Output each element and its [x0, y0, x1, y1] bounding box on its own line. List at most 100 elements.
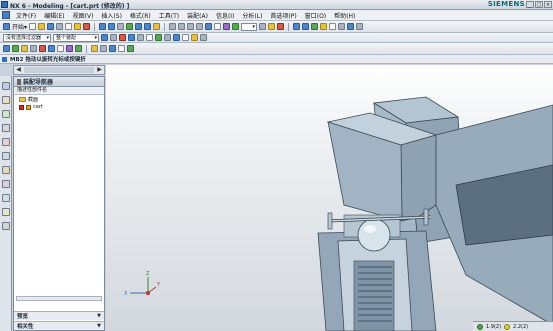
add-component-icon[interactable] [3, 45, 10, 52]
select-face-icon[interactable] [128, 34, 135, 41]
close-button[interactable]: × [544, 1, 552, 8]
assembly-navigator-tab-icon[interactable] [2, 82, 10, 90]
blank-icon[interactable] [277, 23, 285, 30]
orient-view-icon[interactable] [338, 23, 346, 30]
make-work-part-icon[interactable] [109, 45, 116, 52]
mate-component-icon[interactable] [21, 45, 28, 52]
shaded-icon[interactable] [205, 23, 213, 30]
clipping-icon[interactable] [329, 23, 337, 30]
menu-insert[interactable]: 插入(S) [97, 11, 126, 20]
roles-tab-icon[interactable] [2, 222, 10, 230]
menu-assembly[interactable]: 装配(A) [183, 11, 212, 20]
redo-icon[interactable] [108, 23, 116, 30]
assembly-scope-select[interactable]: 整个装配 [53, 33, 99, 42]
save-icon[interactable] [47, 23, 55, 30]
menu-file[interactable]: 文件(F) [12, 11, 40, 20]
zoom-icon[interactable] [178, 23, 186, 30]
menu-tools[interactable]: 工具(T) [155, 11, 183, 20]
sequence-icon[interactable] [75, 45, 82, 52]
true-shading-icon[interactable] [232, 23, 240, 30]
wave-link-icon[interactable] [91, 45, 98, 52]
exploded-view-icon[interactable] [66, 45, 73, 52]
open-folder-icon[interactable] [38, 23, 46, 30]
snap-endpoint-icon[interactable] [173, 34, 180, 41]
layer-select[interactable] [241, 22, 258, 31]
wcs-icon[interactable] [347, 23, 355, 30]
web-browser-tab-icon[interactable] [2, 152, 10, 160]
snap-center-icon[interactable] [191, 34, 198, 41]
menu-format[interactable]: 格式(R) [126, 11, 155, 20]
menu-view[interactable]: 视图(V) [69, 11, 98, 20]
history-tab-icon[interactable] [2, 166, 10, 174]
menu-window[interactable]: 窗口(O) [301, 11, 330, 20]
cut-icon[interactable] [56, 23, 64, 30]
perspective-icon[interactable] [223, 23, 231, 30]
move-component-icon[interactable] [30, 45, 37, 52]
new-file-icon[interactable] [29, 23, 37, 30]
selection-icon[interactable] [101, 34, 108, 41]
start-icon[interactable] [3, 23, 10, 30]
measure-angle-icon[interactable] [302, 23, 310, 30]
snap-midpoint-icon[interactable] [182, 34, 189, 41]
mirror-assembly-icon[interactable] [57, 45, 64, 52]
menu-edit[interactable]: 编辑(E) [40, 11, 68, 20]
tab-scroll-track[interactable] [24, 67, 94, 73]
minimize-button[interactable]: _ [526, 1, 534, 8]
show-hide-icon[interactable] [268, 23, 276, 30]
scroll-right-arrow[interactable]: ▶ [95, 66, 104, 74]
select-feature-icon[interactable] [155, 34, 162, 41]
scroll-left-arrow[interactable]: ◀ [14, 66, 23, 74]
delete-icon[interactable] [83, 23, 91, 30]
graphics-window[interactable]: Z X Y [106, 65, 553, 331]
navigator-row-cart[interactable]: cart [14, 103, 104, 111]
undo-icon[interactable] [99, 23, 107, 30]
wireframe-icon[interactable] [214, 23, 222, 30]
navigator-horizontal-scrollbar[interactable] [16, 296, 102, 301]
filter-icon[interactable] [110, 34, 117, 41]
reuse-library-tab-icon[interactable] [2, 124, 10, 132]
paste-icon[interactable] [74, 23, 82, 30]
navigator-row-sections[interactable]: 截面 [14, 95, 104, 103]
command-finder-icon[interactable] [117, 23, 125, 30]
manufacturing-wizard-tab-icon[interactable] [2, 208, 10, 216]
pan-icon[interactable] [196, 23, 204, 30]
section-view-icon[interactable] [320, 23, 328, 30]
extrude-icon[interactable] [135, 23, 143, 30]
array-component-icon[interactable] [48, 45, 55, 52]
preview-panel-header[interactable]: 预览 ▼ [14, 311, 104, 320]
part-navigator-tab-icon[interactable] [2, 110, 10, 118]
model-viewport[interactable]: Z X Y [106, 65, 553, 331]
navigator-column-header[interactable]: 描述性部件名 [14, 87, 104, 95]
select-body-icon[interactable] [146, 34, 153, 41]
select-edge-icon[interactable] [137, 34, 144, 41]
reset-filter-icon[interactable] [119, 34, 126, 41]
type-filter-select[interactable]: 没有选择过滤器 [3, 33, 51, 42]
copy-icon[interactable] [65, 23, 73, 30]
snap-point-icon[interactable] [164, 34, 171, 41]
visibility-checkbox[interactable] [19, 104, 24, 110]
system-materials-tab-icon[interactable] [2, 180, 10, 188]
snap-intersection-icon[interactable] [200, 34, 207, 41]
analysis-icon[interactable] [311, 23, 319, 30]
new-component-icon[interactable] [12, 45, 19, 52]
menu-preferences[interactable]: 首选项(P) [266, 11, 300, 20]
start-button[interactable]: 开始▾ [12, 22, 27, 31]
replace-component-icon[interactable] [39, 45, 46, 52]
revolve-icon[interactable] [144, 23, 152, 30]
layer-settings-icon[interactable] [259, 23, 267, 30]
rotate-view-icon[interactable] [187, 23, 195, 30]
make-displayed-part-icon[interactable] [118, 45, 125, 52]
maximize-button[interactable]: □ [535, 1, 543, 8]
check-clearance-icon[interactable] [127, 45, 134, 52]
menu-help[interactable]: 帮助(H) [330, 11, 359, 20]
constraint-navigator-tab-icon[interactable] [2, 96, 10, 104]
app-menu-icon[interactable] [2, 11, 10, 19]
fit-view-icon[interactable] [169, 23, 177, 30]
sketch-icon[interactable] [126, 23, 134, 30]
process-studio-tab-icon[interactable] [2, 194, 10, 202]
dependency-panel-header[interactable]: 相关性 ▼ [14, 321, 104, 330]
pin-icon[interactable] [17, 78, 21, 85]
reference-set-icon[interactable] [100, 45, 107, 52]
menu-analysis[interactable]: 分析(L) [238, 11, 266, 20]
menu-info[interactable]: 信息(I) [212, 11, 238, 20]
